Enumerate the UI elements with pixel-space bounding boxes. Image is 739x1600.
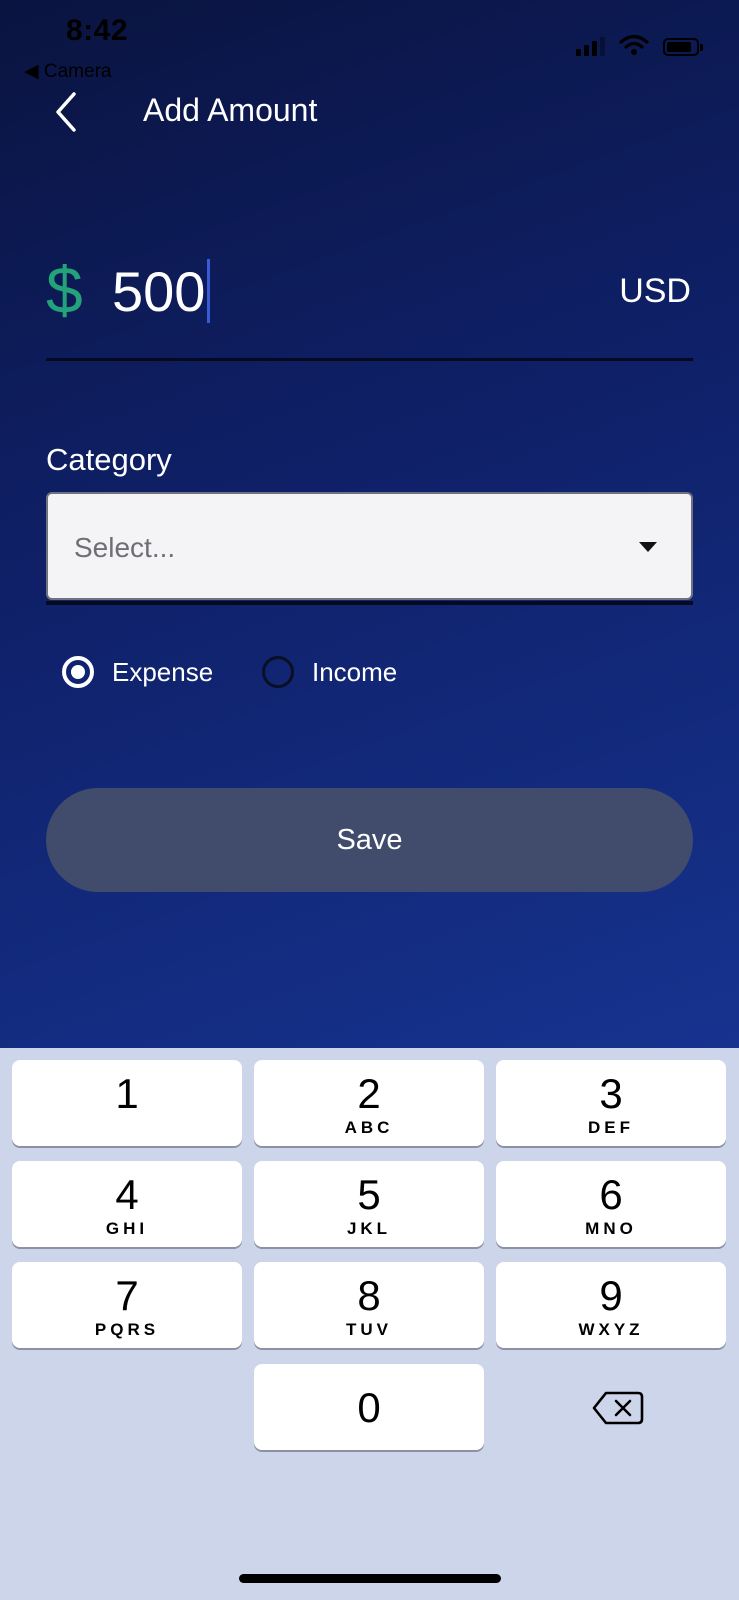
amount-underline	[46, 358, 693, 361]
key-6[interactable]: 6 MNO	[496, 1161, 726, 1247]
status-time: 8:42	[66, 14, 129, 47]
chevron-left-icon	[56, 92, 76, 132]
category-placeholder: Select...	[74, 532, 176, 563]
key-7[interactable]: 7 PQRS	[12, 1262, 242, 1348]
key-digit: 3	[599, 1070, 623, 1117]
key-3[interactable]: 3 DEF	[496, 1060, 726, 1146]
key-0[interactable]: 0	[254, 1364, 484, 1450]
key-1[interactable]: 1	[12, 1060, 242, 1146]
key-letters: DEF	[588, 1118, 634, 1137]
category-label: Category	[46, 442, 172, 477]
app-screen: 8:42 ◀ Camera Add Amount $ 500 USD Categ…	[0, 0, 739, 1048]
key-digit: 2	[357, 1070, 381, 1117]
save-button[interactable]: Save	[46, 788, 693, 892]
cellular-signal-icon	[576, 34, 605, 56]
key-letters: TUV	[346, 1320, 392, 1339]
key-2[interactable]: 2 ABC	[254, 1060, 484, 1146]
key-letters: MNO	[585, 1219, 637, 1238]
numeric-keypad: 1 2 ABC 3 DEF 4 GHI 5 JKL 6 MNO 7 PQRS 8…	[0, 1048, 739, 1600]
text-caret	[207, 259, 211, 323]
category-select[interactable]: Select...	[46, 492, 693, 600]
currency-code[interactable]: USD	[619, 272, 691, 311]
status-icons	[576, 34, 703, 56]
currency-symbol: $	[46, 253, 83, 327]
key-digit: 4	[115, 1171, 139, 1218]
caret-down-icon	[639, 542, 657, 552]
key-letters: JKL	[346, 1219, 392, 1238]
key-digit: 7	[115, 1272, 139, 1319]
key-digit: 5	[357, 1171, 381, 1218]
amount-value: 500	[112, 259, 206, 323]
radio-expense[interactable]: Expense	[62, 656, 213, 688]
key-digit: 0	[357, 1384, 381, 1431]
radio-selected-icon	[62, 656, 94, 688]
key-letters: WXYZ	[578, 1320, 644, 1339]
backspace-icon	[592, 1391, 644, 1425]
back-to-app-link[interactable]: ◀ Camera	[24, 60, 111, 83]
radio-label-income: Income	[312, 656, 398, 687]
backspace-key[interactable]	[590, 1388, 646, 1428]
radio-label-expense: Expense	[112, 656, 214, 687]
back-button[interactable]	[48, 86, 88, 138]
page-title: Add Amount	[143, 92, 318, 128]
home-indicator	[239, 1574, 501, 1583]
key-digit: 6	[599, 1171, 623, 1218]
radio-income[interactable]: Income	[262, 656, 397, 688]
radio-unselected-icon	[262, 656, 294, 688]
key-digit: 1	[115, 1070, 139, 1117]
key-5[interactable]: 5 JKL	[254, 1161, 484, 1247]
key-9[interactable]: 9 WXYZ	[496, 1262, 726, 1348]
key-8[interactable]: 8 TUV	[254, 1262, 484, 1348]
wifi-icon	[619, 34, 649, 55]
key-digit: 9	[599, 1272, 623, 1319]
amount-input[interactable]: 500	[112, 254, 211, 328]
key-4[interactable]: 4 GHI	[12, 1161, 242, 1247]
key-letters: GHI	[105, 1219, 149, 1238]
key-letters: PQRS	[94, 1320, 160, 1339]
key-letters: ABC	[344, 1118, 394, 1137]
category-underline	[46, 601, 693, 605]
key-digit: 8	[357, 1272, 381, 1319]
battery-icon	[663, 38, 703, 56]
